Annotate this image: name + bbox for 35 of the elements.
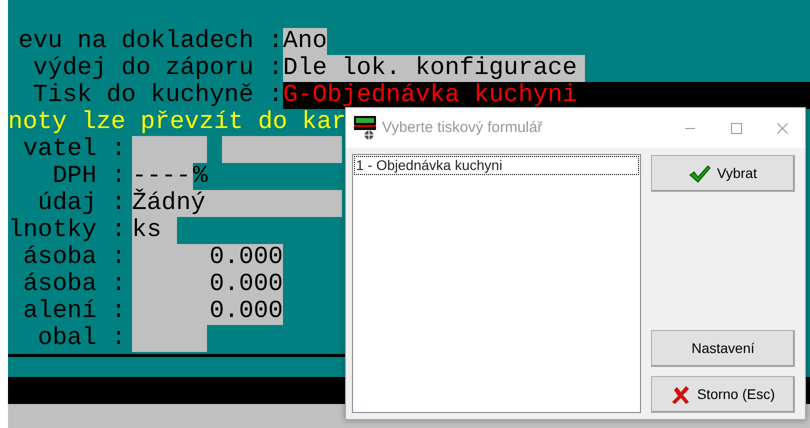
window-title: Vyberte tiskový formulář <box>382 118 542 138</box>
input-field[interactable]: 0.000 <box>132 298 283 325</box>
unit-text: % <box>193 163 209 190</box>
input-field: G-Objednávka kuchyni <box>283 82 810 109</box>
close-icon <box>776 122 788 134</box>
input-field[interactable] <box>132 325 207 352</box>
input-field[interactable]: Ano <box>283 28 327 55</box>
input-field[interactable]: Dle lok. konfigurace <box>283 55 585 82</box>
field-label: lnotky : <box>8 217 126 244</box>
input-field[interactable]: 0.000 <box>132 271 283 298</box>
check-icon <box>689 164 712 182</box>
input-field[interactable]: 0.000 <box>132 244 283 271</box>
field-label: ásoba : <box>22 244 126 271</box>
field-label: obal : <box>36 325 126 352</box>
cancel-button[interactable]: Storno (Esc) <box>651 376 795 413</box>
input-field[interactable] <box>222 136 342 163</box>
field-label: evu na dokladech : <box>17 28 283 55</box>
info-message: noty lze převzít do kar <box>8 109 346 136</box>
maximize-icon <box>730 122 742 134</box>
input-field[interactable] <box>132 136 207 163</box>
field-label: výdej do záporu : <box>32 55 283 82</box>
list-item[interactable]: 1 - Objednávka kuchyni <box>355 157 638 174</box>
field-label: DPH : <box>51 163 126 190</box>
select-button[interactable]: Vybrat <box>651 155 795 192</box>
field-label: ásoba : <box>22 271 126 298</box>
field-label: Tisk do kuchyně : <box>32 82 283 109</box>
field-label: vatel : <box>22 136 126 163</box>
field-label: údaj : <box>36 190 126 217</box>
input-field[interactable]: Žádný <box>132 190 342 217</box>
settings-button[interactable]: Nastavení <box>651 330 795 367</box>
field-label: alení : <box>22 298 126 325</box>
input-field[interactable]: ks <box>132 217 177 244</box>
app-icon <box>354 116 376 140</box>
cross-icon <box>671 384 692 404</box>
input-field[interactable]: ---- <box>132 163 193 190</box>
